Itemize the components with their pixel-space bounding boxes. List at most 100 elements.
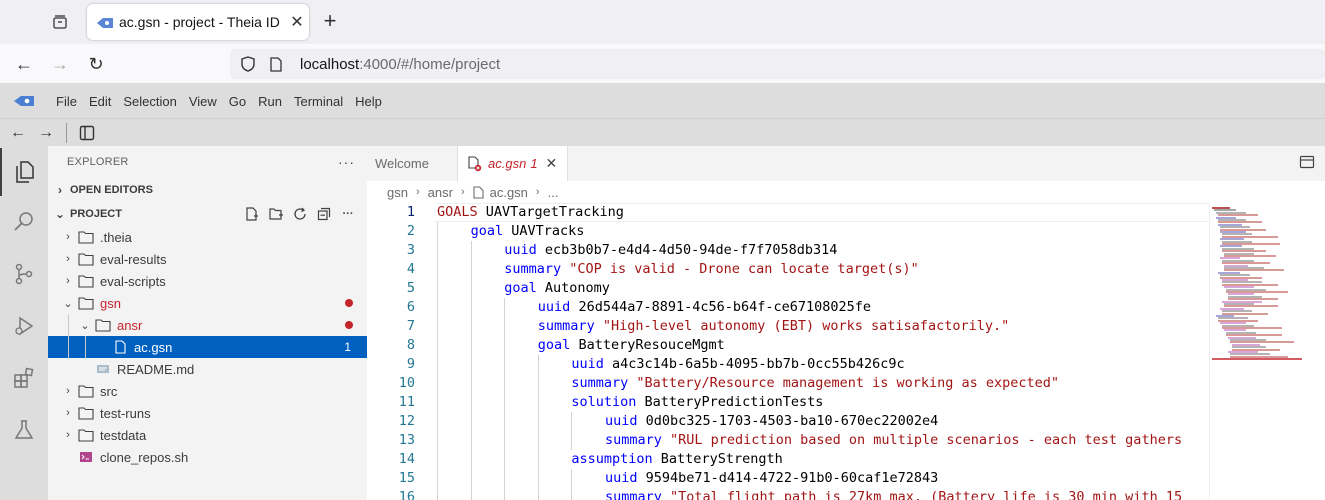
code-line[interactable]: 11 solution BatteryPredictionTests [367,393,1209,412]
tree-file[interactable]: ac.gsn 1 [48,336,367,358]
code-line[interactable]: 12 uuid 0d0bc325-1703-4503-ba10-670ec2200… [367,412,1209,431]
menu-help[interactable]: Help [349,94,388,109]
new-folder-icon[interactable] [267,207,285,221]
testing-flask-icon[interactable] [0,406,48,454]
code-line[interactable]: 7 summary "High-level autonomy (EBT) work… [367,317,1209,336]
tab-problem-count: 1 [530,156,538,171]
tree-folder[interactable]: › testdata [48,424,367,446]
project-section[interactable]: ⌄ PROJECT ··· [48,202,367,226]
menu-terminal[interactable]: Terminal [288,94,349,109]
code-line[interactable]: 2 goal UAVTracks [367,222,1209,241]
refresh-icon[interactable] [291,207,309,221]
breadcrumb-gsn[interactable]: gsn [387,185,408,200]
indent-guide [571,431,573,450]
more-actions-icon[interactable]: ··· [338,154,355,170]
code-line[interactable]: 1 GOALS UAVTargetTracking [367,203,1209,222]
code-line[interactable]: 3 uuid ecb3b0b7-e4d4-4d50-94de-f7f7058db3… [367,241,1209,260]
tree-folder[interactable]: › test-runs [48,402,367,424]
collapse-all-icon[interactable] [315,207,333,221]
navigate-back-icon[interactable]: ← [4,121,32,145]
tree-file[interactable]: clone_repos.sh [48,446,367,468]
explorer-header: EXPLORER ··· [48,146,367,178]
code-line[interactable]: 10 summary "Battery/Resource management i… [367,374,1209,393]
line-number: 15 [398,470,415,486]
url-bar[interactable]: localhost:4000/#/home/project [230,49,1325,79]
shell-script-icon [76,450,96,464]
navigate-forward-icon[interactable]: → [32,121,60,145]
menu-selection[interactable]: Selection [117,94,182,109]
extensions-icon[interactable] [0,354,48,402]
tree-folder[interactable]: ⌄ gsn [48,292,367,314]
tab-ac-gsn[interactable]: ac.gsn 1 ✕ [458,146,568,181]
code-value: 26d544a7-8891-4c56-b64f-ce67108025fe [570,299,872,315]
code-line[interactable]: 4 summary "COP is valid - Drone can locat… [367,260,1209,279]
indent-guide [437,222,438,241]
folder-icon [76,296,96,310]
modified-indicator [345,299,353,307]
run-debug-icon[interactable] [0,302,48,350]
menu-go[interactable]: Go [223,94,252,109]
indent-guide [470,412,472,431]
folder-icon [76,406,96,420]
menu-view[interactable]: View [183,94,223,109]
indent-guide [504,469,506,488]
reload-icon[interactable]: ↻ [84,52,108,76]
code-text: goal BatteryResouceMgmt [538,336,725,355]
minimap[interactable] [1209,203,1325,500]
tree-item-label: gsn [100,295,121,311]
back-arrow-icon[interactable]: ← [12,52,36,76]
close-tab-icon[interactable]: ✕ [285,12,309,32]
close-editor-icon[interactable]: ✕ [546,155,558,172]
indent-guide [504,393,506,412]
menu-file[interactable]: File [50,94,83,109]
code-line[interactable]: 13 summary "RUL prediction based on multi… [367,431,1209,450]
code-keyword: solution [571,394,637,410]
tree-folder[interactable]: › eval-scripts [48,270,367,292]
tree-folder[interactable]: › .theia [48,226,367,248]
code-line[interactable]: 14 assumption BatteryStrength [367,450,1209,469]
tab-welcome[interactable]: Welcome [367,146,458,181]
code-line[interactable]: 16 summary "Total flight path is 27km max… [367,488,1209,500]
line-number: 7 [406,318,415,334]
split-editor-icon[interactable] [1299,154,1315,173]
indent-guide [504,317,506,336]
browser-tabstrip: ac.gsn - project - Theia ID ✕ + [0,0,1325,44]
code-line[interactable]: 8 goal BatteryResouceMgmt [367,336,1209,355]
indent-guide [571,469,573,488]
tree-folder[interactable]: › eval-results [48,248,367,270]
project-more-icon[interactable]: ··· [339,207,357,221]
search-icon[interactable] [0,198,48,246]
tree-folder[interactable]: › src [48,380,367,402]
tree-folder[interactable]: ⌄ ansr [48,314,367,336]
toggle-sidebar-icon[interactable] [73,121,101,145]
breadcrumb-ac-gsn[interactable]: ac.gsn [490,185,528,200]
breadcrumb-more[interactable]: ... [548,185,559,200]
line-number: 6 [406,299,415,315]
menu-run[interactable]: Run [252,94,288,109]
source-control-icon[interactable] [0,250,48,298]
forward-arrow-icon[interactable]: → [48,52,72,76]
code-text: summary "COP is valid - Drone can locate… [504,260,919,279]
code-line[interactable]: 9 uuid a4c3c14b-6a5b-4095-bb7b-0cc55b426c… [367,355,1209,374]
page-icon[interactable] [266,56,286,72]
indent-guide [437,488,438,500]
indent-guide [68,314,69,358]
new-tab-icon[interactable]: + [318,10,342,34]
breadcrumb-ansr[interactable]: ansr [428,185,453,200]
code-editor[interactable]: 1 GOALS UAVTargetTracking 2 goal UAVTracks 3… [367,203,1209,500]
tab-list-icon[interactable] [48,10,72,34]
new-file-icon[interactable] [243,207,261,221]
open-editors-section[interactable]: › OPEN EDITORS [48,178,367,202]
browser-tab[interactable]: ac.gsn - project - Theia ID ✕ [87,4,309,40]
code-value: "High-level autonomy (EBT) works satisaf… [594,318,1010,334]
tree-file[interactable]: README.md [48,358,367,380]
code-keyword: goal [470,223,504,239]
indent-guide [504,374,506,393]
menu-edit[interactable]: Edit [83,94,117,109]
shield-icon[interactable] [238,56,258,72]
code-line[interactable]: 15 uuid 9594be71-d414-4722-91b0-60caf1e72… [367,469,1209,488]
code-keyword: summary [537,318,595,334]
code-line[interactable]: 6 uuid 26d544a7-8891-4c56-b64f-ce67108025… [367,298,1209,317]
explorer-files-icon[interactable] [0,148,48,196]
code-line[interactable]: 5 goal Autonomy [367,279,1209,298]
